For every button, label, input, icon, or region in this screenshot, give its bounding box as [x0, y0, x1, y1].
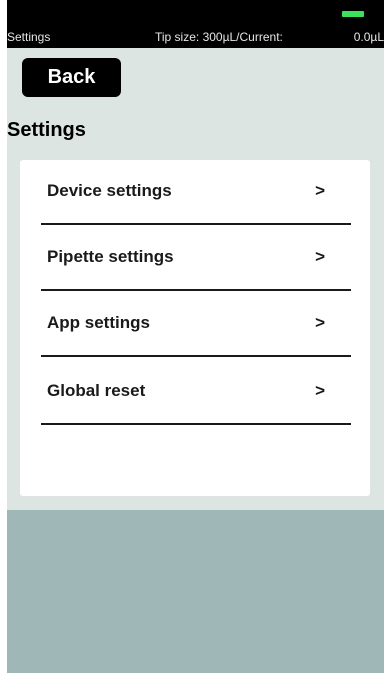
status-screen-name: Settings: [7, 30, 51, 44]
menu-item-label: App settings: [47, 313, 150, 332]
divider: [41, 423, 351, 425]
menu-item-device-settings[interactable]: Device settings >: [41, 160, 351, 225]
page-title: Settings: [7, 119, 86, 141]
status-current-volume: 0.0µL: [353, 30, 384, 44]
chevron-right-icon: >: [315, 313, 325, 332]
chevron-right-icon: >: [315, 181, 325, 200]
divider: [41, 223, 351, 225]
menu-item-label: Global reset: [47, 381, 146, 400]
status-tip-size: Tip size: 300µL/Current:: [155, 30, 283, 44]
settings-menu-card: Device settings > Pipette settings > App…: [20, 160, 370, 496]
divider: [41, 289, 351, 291]
chevron-right-icon: >: [315, 381, 325, 400]
divider: [41, 355, 351, 357]
menu-item-label: Pipette settings: [47, 247, 174, 266]
battery-icon: [342, 11, 364, 17]
menu-item-pipette-settings[interactable]: Pipette settings >: [41, 226, 351, 291]
device-screen: Settings Tip size: 300µL/Current: 0.0µL …: [7, 0, 384, 673]
menu-item-app-settings[interactable]: App settings >: [41, 292, 351, 357]
menu-item-label: Device settings: [47, 181, 172, 200]
status-bar: Settings Tip size: 300µL/Current: 0.0µL: [7, 0, 384, 48]
back-button[interactable]: Back: [22, 58, 121, 97]
content-area: Back Settings Device settings > Pipette …: [7, 48, 384, 510]
menu-item-global-reset[interactable]: Global reset >: [41, 360, 351, 425]
chevron-right-icon: >: [315, 247, 325, 266]
